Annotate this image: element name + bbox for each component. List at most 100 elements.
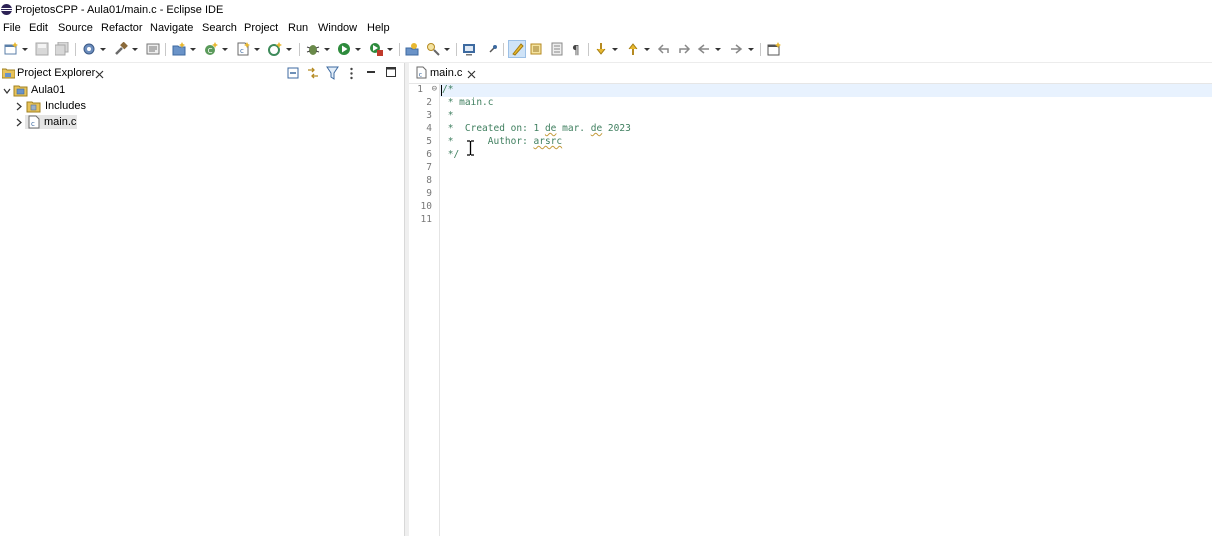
next-annotation-dropdown-icon[interactable] (612, 48, 618, 51)
build-dropdown-icon[interactable] (132, 48, 138, 51)
tasks-icon[interactable] (146, 42, 160, 56)
toolbar-separator (760, 43, 761, 56)
pilcrow-icon[interactable]: ¶ (570, 42, 584, 56)
code-text: * (442, 110, 454, 121)
maximize-icon[interactable] (386, 67, 396, 77)
new-project-dropdown-icon[interactable] (190, 48, 196, 51)
pin-icon[interactable] (488, 44, 498, 54)
debug-dropdown-icon[interactable] (324, 48, 330, 51)
close-icon[interactable] (95, 70, 104, 79)
run-dropdown-icon[interactable] (355, 48, 361, 51)
build-config-icon[interactable] (82, 42, 96, 56)
code-text: 2023 (602, 123, 631, 134)
menu-project[interactable]: Project (244, 22, 278, 34)
new-dropdown-icon[interactable] (22, 48, 28, 51)
toolbar-separator (588, 43, 589, 56)
code-text-area[interactable]: /* * main.c * * Created on: 1 de mar. de… (440, 84, 1212, 536)
includes-icon (26, 101, 41, 113)
chevron-right-icon[interactable] (15, 102, 23, 111)
editor-area: c main.c 1 ⊖ 2 3 4 5 6 7 8 9 10 11 /* * … (409, 63, 1212, 536)
misspelled-word: de (544, 123, 557, 134)
forward-icon[interactable] (729, 42, 743, 56)
save-all-icon[interactable] (55, 42, 69, 56)
code-text: * main.c (442, 97, 494, 108)
console-icon[interactable] (462, 42, 476, 56)
line-number: 9 (426, 188, 432, 199)
save-icon[interactable] (35, 42, 49, 56)
menu-file[interactable]: File (3, 22, 21, 34)
back-icon[interactable] (697, 42, 711, 56)
filter-icon[interactable] (326, 66, 339, 80)
mark-occurrences-icon[interactable] (510, 42, 524, 56)
new-source-folder-dropdown-icon[interactable] (286, 48, 292, 51)
new-project-icon[interactable] (172, 42, 186, 56)
toolbar-separator (399, 43, 400, 56)
new-class-dropdown-icon[interactable] (222, 48, 228, 51)
new-source-folder-icon[interactable] (268, 42, 282, 56)
build-icon[interactable] (114, 42, 128, 56)
minimize-icon[interactable] (366, 67, 376, 77)
editor-tab-main-c[interactable]: c main.c (411, 63, 486, 83)
view-menu-icon[interactable] (349, 67, 354, 80)
project-folder-icon (13, 85, 28, 97)
mouse-ibeam-cursor-icon (467, 140, 474, 156)
tree-item-aula01[interactable]: Aula01 (0, 83, 404, 98)
menu-window[interactable]: Window (318, 22, 357, 34)
forward-dropdown-icon[interactable] (748, 48, 754, 51)
tree-item-main-c[interactable]: c main.c (0, 115, 404, 130)
toolbar-separator (75, 43, 76, 56)
debug-icon[interactable] (306, 42, 320, 56)
run-icon[interactable] (337, 42, 351, 56)
last-edit-icon[interactable] (657, 42, 671, 56)
next-annotation-icon[interactable] (594, 42, 608, 56)
chevron-down-icon[interactable] (3, 87, 11, 95)
open-perspective-icon[interactable] (767, 42, 781, 56)
new-icon[interactable] (4, 42, 18, 56)
menu-edit[interactable]: Edit (29, 22, 48, 34)
collapse-all-icon[interactable] (287, 67, 299, 79)
next-edit-icon[interactable] (677, 42, 691, 56)
svg-text:C: C (208, 47, 213, 55)
window-title: ProjetosCPP - Aula01/main.c - Eclipse ID… (15, 4, 224, 16)
tree-item-label: Includes (45, 100, 86, 112)
menu-run[interactable]: Run (288, 22, 308, 34)
code-text: * Created on: 1 (442, 123, 545, 134)
block-selection-icon[interactable] (530, 42, 544, 56)
main-toolbar: C c ¶ (0, 40, 1212, 60)
tree-item-includes[interactable]: Includes (0, 99, 404, 114)
prev-annotation-dropdown-icon[interactable] (644, 48, 650, 51)
search-icon[interactable] (426, 42, 440, 56)
chevron-right-icon[interactable] (15, 118, 23, 127)
project-explorer-title: Project Explorer (17, 67, 96, 79)
new-file-icon[interactable]: c (236, 42, 250, 56)
fold-collapse-icon[interactable]: ⊖ (432, 84, 437, 94)
open-type-icon[interactable] (405, 42, 419, 56)
menu-source[interactable]: Source (58, 22, 93, 34)
misspelled-word: arsrc (533, 136, 563, 147)
close-icon[interactable] (467, 70, 476, 79)
prev-annotation-icon[interactable] (626, 42, 640, 56)
code-line-1: /* (442, 84, 453, 97)
link-with-editor-icon[interactable] (306, 66, 320, 80)
editor-tab-strip: c main.c (409, 63, 1212, 83)
menu-refactor[interactable]: Refactor (101, 22, 143, 34)
coverage-icon[interactable] (369, 42, 383, 56)
menu-navigate[interactable]: Navigate (150, 22, 193, 34)
line-number: 2 (426, 97, 432, 108)
new-file-dropdown-icon[interactable] (254, 48, 260, 51)
svg-text:c: c (240, 47, 244, 55)
back-dropdown-icon[interactable] (715, 48, 721, 51)
svg-text:c: c (419, 71, 423, 79)
c-file-icon: c (416, 66, 427, 79)
title-bar: ProjetosCPP - Aula01/main.c - Eclipse ID… (0, 0, 1212, 20)
svg-text:c: c (31, 120, 35, 128)
coverage-dropdown-icon[interactable] (387, 48, 393, 51)
show-whitespace-icon[interactable] (550, 42, 564, 56)
new-class-icon[interactable]: C (204, 42, 218, 56)
search-dropdown-icon[interactable] (444, 48, 450, 51)
line-number: 5 (426, 136, 432, 147)
menu-help[interactable]: Help (367, 22, 390, 34)
menu-search[interactable]: Search (202, 22, 237, 34)
toolbar-separator (299, 43, 300, 56)
build-config-dropdown-icon[interactable] (100, 48, 106, 51)
